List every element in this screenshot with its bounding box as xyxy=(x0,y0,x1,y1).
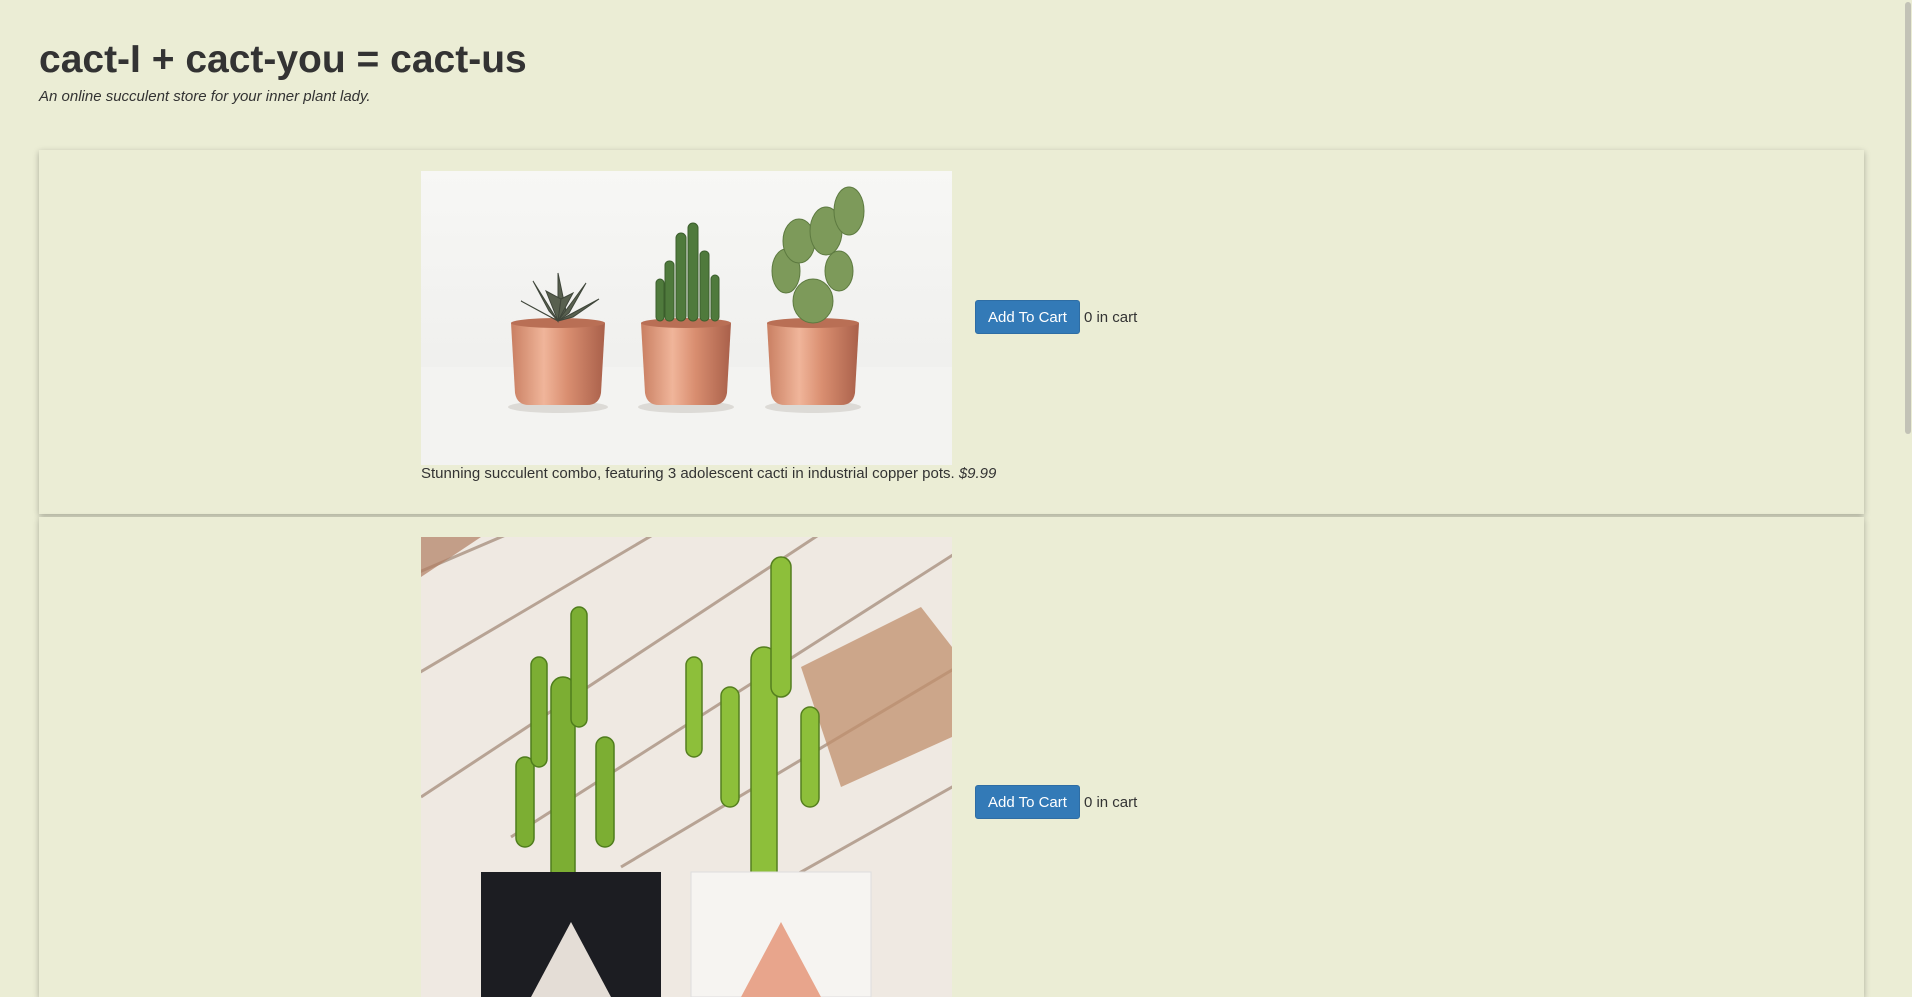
site-tagline: An online succulent store for your inner… xyxy=(39,88,371,105)
product-image-tall-cacti xyxy=(421,537,952,997)
product-image-copper-pots xyxy=(421,171,952,465)
product-price: $9.99 xyxy=(958,465,997,482)
product-card: Add To Cart 0 in cart Stunning succulent… xyxy=(39,150,1864,514)
site-header: cact-I + cact-you = cact-us An online su… xyxy=(39,36,527,105)
product-description: Stunning succulent combo, featuring 3 ad… xyxy=(421,465,996,482)
cart-controls: Add To Cart 0 in cart xyxy=(975,300,1137,334)
scrollbar-thumb[interactable] xyxy=(1905,2,1911,434)
add-to-cart-button[interactable]: Add To Cart xyxy=(975,785,1080,819)
scrollbar[interactable] xyxy=(1904,0,1912,968)
product-card: Add To Cart 0 in cart xyxy=(39,517,1864,997)
cart-count: 0 in cart xyxy=(1083,308,1138,326)
site-title: cact-I + cact-you = cact-us xyxy=(39,38,527,81)
cart-count: 0 in cart xyxy=(1083,793,1138,811)
description-text: Stunning succulent combo, featuring 3 ad… xyxy=(421,465,955,482)
cart-controls: Add To Cart 0 in cart xyxy=(975,785,1137,819)
add-to-cart-button[interactable]: Add To Cart xyxy=(975,300,1080,334)
